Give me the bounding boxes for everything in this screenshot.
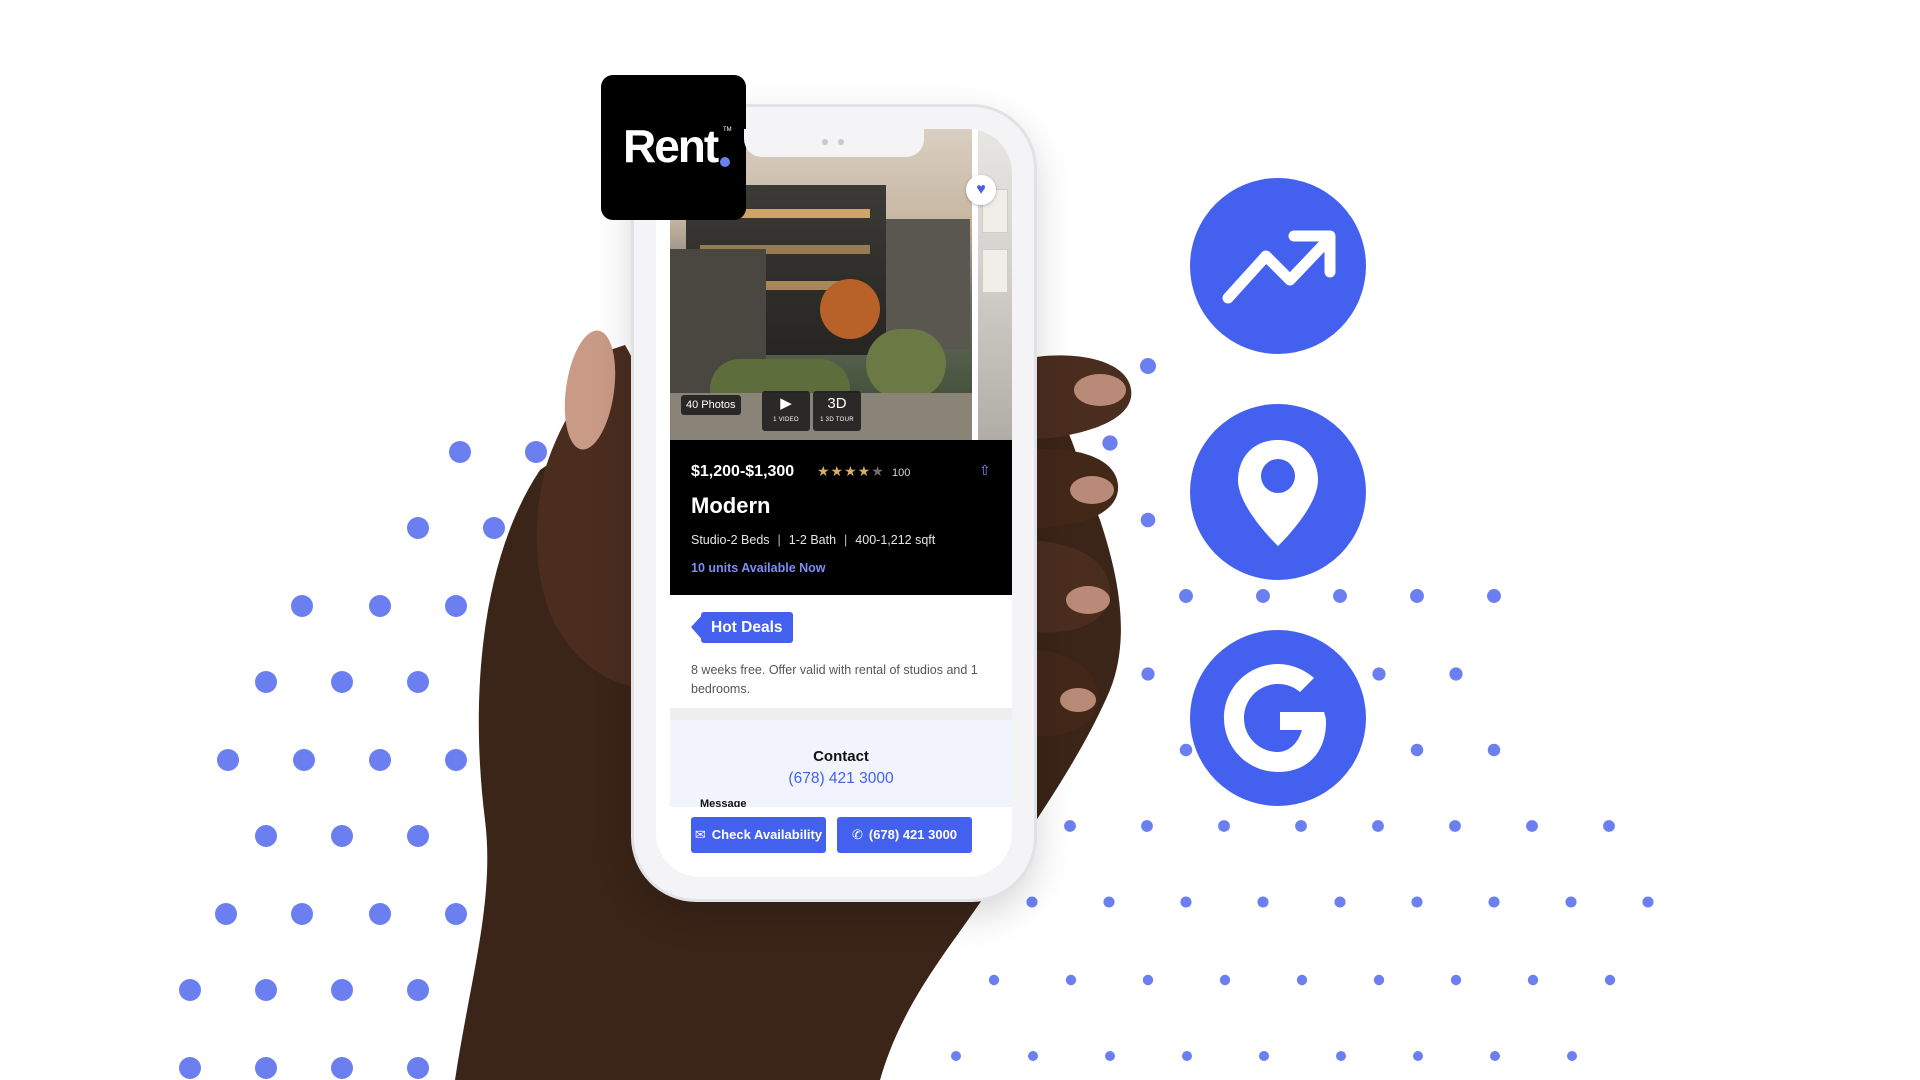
phone-screen: 40 Photos ▶ 1 VIDEO 3D 1 3D TOUR ♥ $1,20… <box>656 129 1012 877</box>
photo-tree <box>820 279 880 339</box>
camera-dot <box>822 139 828 145</box>
availability-link[interactable]: 10 units Available Now <box>691 561 826 575</box>
play-icon: ▶ <box>780 395 792 412</box>
contact-title: Contact <box>813 748 869 765</box>
baths-value: 1-2 Bath <box>788 533 837 547</box>
price-range: $1,200-$1,300 <box>691 463 795 480</box>
mail-icon: ✉ <box>694 827 706 842</box>
photo-tree <box>866 329 946 399</box>
phone-mockup: 40 Photos ▶ 1 VIDEO 3D 1 3D TOUR ♥ $1,20… <box>634 107 1034 899</box>
deal-description: 8 weeks free. Offer valid with rental of… <box>691 663 978 696</box>
3d-label: 3D <box>827 395 847 412</box>
trending-up-icon <box>1222 230 1336 304</box>
preview-tile <box>982 249 1008 293</box>
property-name: Modern <box>691 493 771 518</box>
google-circle <box>1190 630 1366 806</box>
photo-count-badge[interactable]: 40 Photos <box>681 395 741 415</box>
hot-deals-tag: Hot Deals <box>701 612 793 643</box>
google-icon <box>1224 664 1326 772</box>
phone-icon: ✆ <box>851 827 863 842</box>
review-count: 100 <box>892 467 911 479</box>
3d-tour-label: 1 3D TOUR <box>820 417 854 423</box>
logo-dot <box>720 157 730 167</box>
call-button[interactable]: ✆ (678) 421 3000 <box>837 817 972 853</box>
spec-divider: | <box>777 533 781 547</box>
check-availability-button[interactable]: ✉ Check Availability <box>691 817 826 853</box>
contact-phone-link[interactable]: (678) 421 3000 <box>670 770 1012 788</box>
check-availability-label: Check Availability <box>711 827 823 842</box>
logo-wordmark: Rent <box>623 120 719 172</box>
hot-deals-section: Hot Deals 8 weeks free. Offer valid with… <box>670 595 1012 708</box>
video-button[interactable]: ▶ 1 VIDEO <box>762 391 810 431</box>
listing-info-panel: $1,200-$1,300 ★★★★★ 100 ⇧ Modern Studio-… <box>670 440 1012 595</box>
share-icon[interactable]: ⇧ <box>979 462 991 479</box>
beds-value: Studio-2 Beds <box>691 533 770 547</box>
sqft-value: 400-1,212 sqft <box>855 533 936 547</box>
call-label: (678) 421 3000 <box>868 827 958 842</box>
property-specs: Studio-2 Beds | 1-2 Bath | 400-1,212 sqft <box>691 533 935 547</box>
3d-tour-button[interactable]: 3D 1 3D TOUR <box>813 391 861 431</box>
location-pin-icon <box>1238 440 1318 546</box>
logo-trademark: TM <box>723 127 732 133</box>
video-label: 1 VIDEO <box>773 417 799 423</box>
sensor-dot <box>838 139 844 145</box>
spec-divider: | <box>844 533 848 547</box>
contact-section: Contact (678) 421 3000 Message ✉ Check Av… <box>670 720 1012 877</box>
trending-up-circle <box>1190 178 1366 354</box>
rating-stars: ★★★★★ <box>817 463 885 479</box>
section-divider <box>670 708 1012 720</box>
phone-notch <box>744 129 924 157</box>
rent-logo: Rent TM <box>601 75 746 220</box>
location-circle <box>1190 404 1366 580</box>
heart-icon[interactable]: ♥ <box>966 175 996 205</box>
